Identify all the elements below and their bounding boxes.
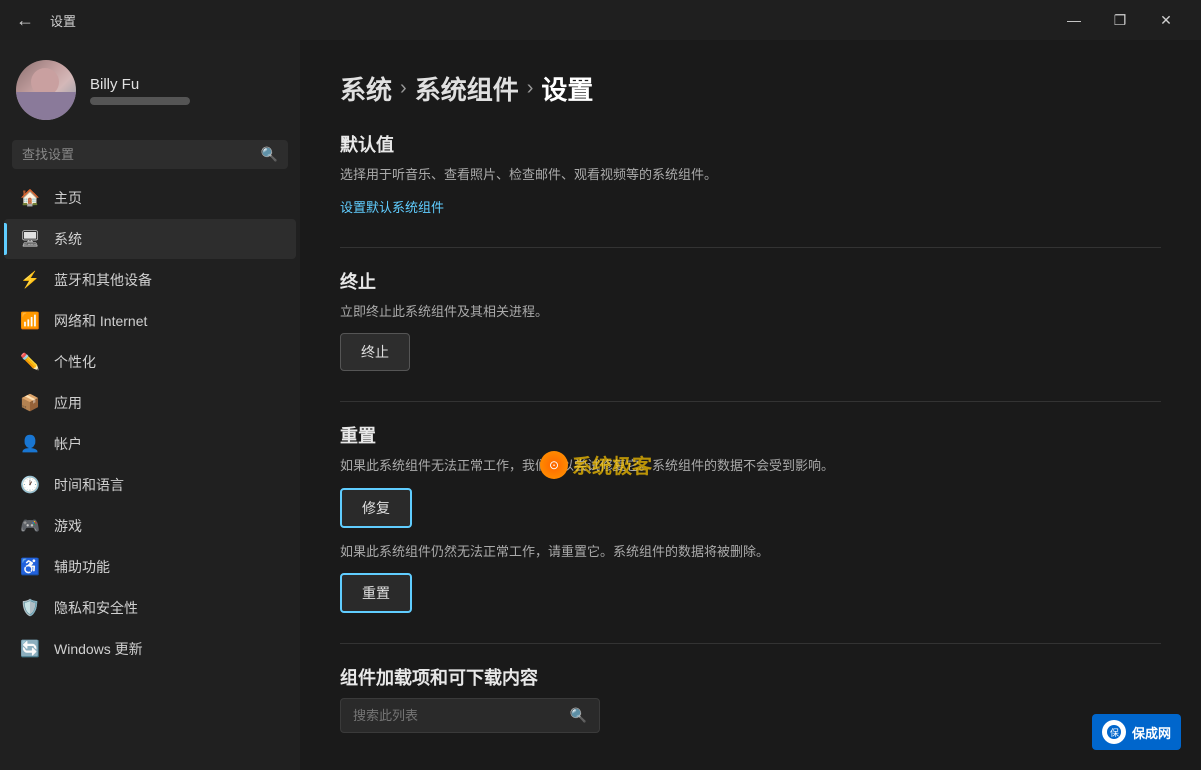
user-name: Billy Fu <box>90 76 190 93</box>
section-desc-terminate: 立即终止此系统组件及其相关进程。 <box>340 302 1161 322</box>
sidebar-item-apps[interactable]: 📦 应用 <box>4 383 296 423</box>
nav-label-bluetooth: 蓝牙和其他设备 <box>54 270 152 290</box>
sidebar-item-personalization[interactable]: ✏️ 个性化 <box>4 342 296 382</box>
close-button[interactable]: ✕ <box>1143 0 1189 40</box>
nav-label-system: 系统 <box>54 229 82 249</box>
nav-label-network: 网络和 Internet <box>54 311 147 331</box>
user-profile: Billy Fu <box>0 40 300 140</box>
divider-1 <box>340 247 1161 248</box>
section-desc-reset-1: 如果此系统组件无法正常工作，我们可以尝试修复它。系统组件的数据不会受到影响。 <box>340 456 1161 476</box>
nav-label-accounts: 帐户 <box>54 434 82 454</box>
section-defaults: 默认值 选择用于听音乐、查看照片、检查邮件、观看视频等的系统组件。 设置默认系统… <box>340 131 1161 217</box>
nav-icon-accessibility: ♿ <box>20 557 40 577</box>
titlebar-title: 设置 <box>50 11 76 30</box>
sidebar-nav: 🏠 主页 🖥 系统 ⚡ 蓝牙和其他设备 📶 网络和 Internet ✏️ 个性… <box>0 177 300 670</box>
nav-label-accessibility: 辅助功能 <box>54 557 110 577</box>
divider-3 <box>340 643 1161 644</box>
breadcrumb-sep-2: › <box>527 77 534 100</box>
sidebar-item-accessibility[interactable]: ♿ 辅助功能 <box>4 547 296 587</box>
content-area: 系统 › 系统组件 › 设置 默认值 选择用于听音乐、查看照片、检查邮件、观看视… <box>300 40 1201 770</box>
titlebar-left: ← 设置 <box>12 6 76 35</box>
titlebar-controls: — ❐ ✕ <box>1051 0 1189 40</box>
nav-label-windows_update: Windows 更新 <box>54 639 143 659</box>
sidebar-item-time[interactable]: 🕐 时间和语言 <box>4 465 296 505</box>
breadcrumb-item-1: 系统 <box>340 70 392 107</box>
main-layout: Billy Fu 🔍 🏠 主页 🖥 系统 ⚡ 蓝牙和其他设备 📶 网络和 Int… <box>0 40 1201 770</box>
sidebar-item-bluetooth[interactable]: ⚡ 蓝牙和其他设备 <box>4 260 296 300</box>
breadcrumb: 系统 › 系统组件 › 设置 <box>340 70 1161 107</box>
titlebar: ← 设置 — ❐ ✕ <box>0 0 1201 40</box>
section-desc-defaults: 选择用于听音乐、查看照片、检查邮件、观看视频等的系统组件。 <box>340 165 1161 185</box>
section-desc-reset-2: 如果此系统组件仍然无法正常工作，请重置它。系统组件的数据将被删除。 <box>340 542 1161 562</box>
search-list-input[interactable] <box>353 708 562 723</box>
search-icon: 🔍 <box>261 146 278 163</box>
breadcrumb-item-2: 系统组件 <box>415 70 519 107</box>
search-list-box[interactable]: 🔍 <box>340 698 600 733</box>
section-addons: 组件加载项和可下载内容 🔍 <box>340 664 1161 733</box>
back-button[interactable]: ← <box>12 6 38 35</box>
section-terminate: 终止 立即终止此系统组件及其相关进程。 终止 <box>340 268 1161 372</box>
section-title-addons: 组件加载项和可下载内容 <box>340 664 1161 690</box>
nav-icon-apps: 📦 <box>20 393 40 413</box>
avatar <box>16 60 76 120</box>
section-reset: 重置 如果此系统组件无法正常工作，我们可以尝试修复它。系统组件的数据不会受到影响… <box>340 422 1161 613</box>
search-list-icon: 🔍 <box>570 707 587 724</box>
nav-label-home: 主页 <box>54 188 82 208</box>
section-title-terminate: 终止 <box>340 268 1161 294</box>
breadcrumb-sep-1: › <box>400 77 407 100</box>
section-link-defaults[interactable]: 设置默认系统组件 <box>340 200 444 215</box>
terminate-button[interactable]: 终止 <box>340 333 410 371</box>
sidebar-item-system[interactable]: 🖥 系统 <box>4 219 296 259</box>
section-title-reset: 重置 <box>340 422 1161 448</box>
sidebar-item-accounts[interactable]: 👤 帐户 <box>4 424 296 464</box>
search-box[interactable]: 🔍 <box>12 140 288 169</box>
maximize-button[interactable]: ❐ <box>1097 0 1143 40</box>
nav-icon-gaming: 🎮 <box>20 516 40 536</box>
breadcrumb-current: 设置 <box>541 70 593 107</box>
repair-button[interactable]: 修复 <box>340 488 412 528</box>
nav-icon-bluetooth: ⚡ <box>20 270 40 290</box>
nav-label-gaming: 游戏 <box>54 516 82 536</box>
reset-button[interactable]: 重置 <box>340 573 412 613</box>
content-wrapper: 系统 › 系统组件 › 设置 默认值 选择用于听音乐、查看照片、检查邮件、观看视… <box>340 70 1161 733</box>
nav-icon-time: 🕐 <box>20 475 40 495</box>
divider-2 <box>340 401 1161 402</box>
sidebar-item-network[interactable]: 📶 网络和 Internet <box>4 301 296 341</box>
sidebar-item-privacy[interactable]: 🛡️ 隐私和安全性 <box>4 588 296 628</box>
nav-label-privacy: 隐私和安全性 <box>54 598 138 618</box>
nav-icon-home: 🏠 <box>20 188 40 208</box>
nav-label-time: 时间和语言 <box>54 475 124 495</box>
minimize-button[interactable]: — <box>1051 0 1097 40</box>
sidebar-item-windows_update[interactable]: 🔄 Windows 更新 <box>4 629 296 669</box>
sidebar-item-home[interactable]: 🏠 主页 <box>4 178 296 218</box>
sidebar: Billy Fu 🔍 🏠 主页 🖥 系统 ⚡ 蓝牙和其他设备 📶 网络和 Int… <box>0 40 300 770</box>
nav-icon-system: 🖥 <box>20 229 40 249</box>
nav-icon-privacy: 🛡️ <box>20 598 40 618</box>
user-email-bar <box>90 97 190 105</box>
nav-icon-network: 📶 <box>20 311 40 331</box>
sidebar-item-gaming[interactable]: 🎮 游戏 <box>4 506 296 546</box>
section-title-defaults: 默认值 <box>340 131 1161 157</box>
nav-label-personalization: 个性化 <box>54 352 96 372</box>
nav-icon-personalization: ✏️ <box>20 352 40 372</box>
nav-label-apps: 应用 <box>54 393 82 413</box>
search-input[interactable] <box>22 147 253 162</box>
nav-icon-accounts: 👤 <box>20 434 40 454</box>
nav-icon-windows_update: 🔄 <box>20 639 40 659</box>
user-info: Billy Fu <box>90 76 190 105</box>
